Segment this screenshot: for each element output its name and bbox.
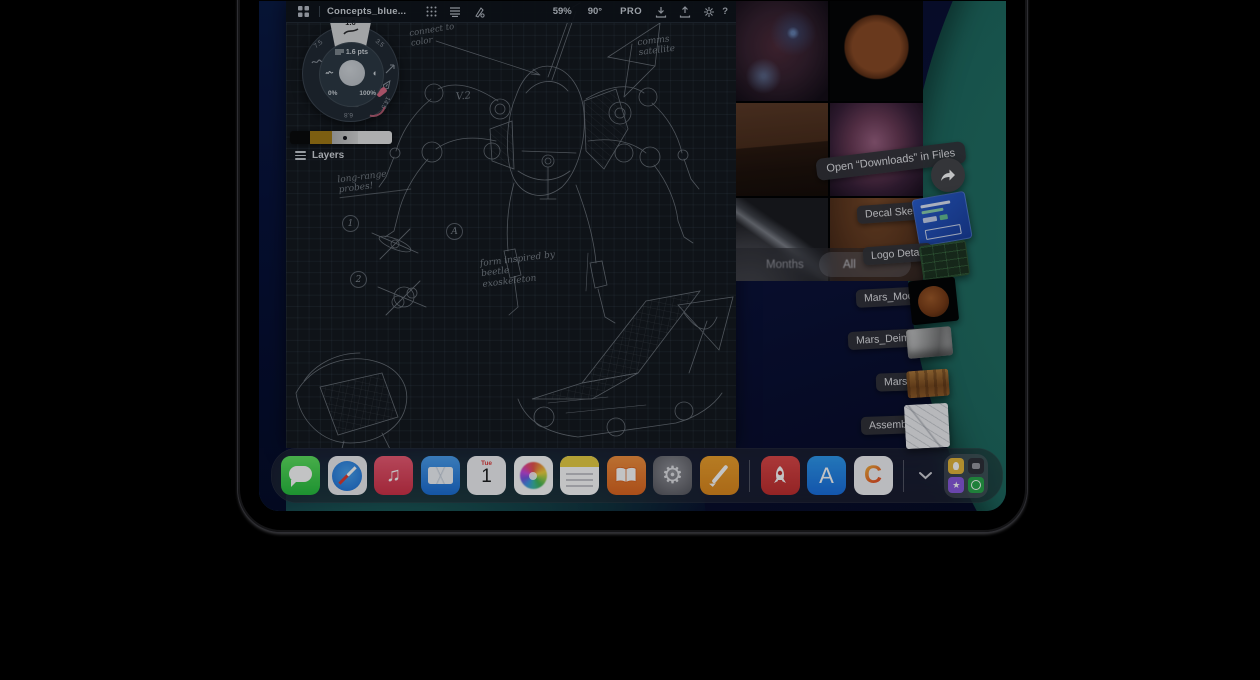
dock-app-settings[interactable]: ⚙	[653, 456, 692, 495]
dock-app-app-store[interactable]: A	[807, 456, 846, 495]
brush-size-6-8[interactable]: 6.8	[344, 111, 353, 118]
filter-months[interactable]: Months	[766, 259, 804, 271]
dock-app-linea[interactable]	[700, 456, 739, 495]
dock-app-notes[interactable]	[560, 456, 599, 495]
zoom-level[interactable]: 59%	[553, 6, 572, 17]
notes-header	[560, 456, 599, 467]
pro-badge[interactable]: PRO	[620, 6, 642, 17]
dock-divider	[749, 460, 750, 492]
ipad-device-frame: connect to color comms satellite V.2 lon…	[237, 0, 1028, 533]
app-store-glyph: A	[819, 463, 834, 489]
document-title[interactable]: Concepts_blue...	[327, 6, 406, 17]
layers-button[interactable]: Layers	[295, 150, 344, 161]
dock-app-concepts[interactable]: C	[854, 456, 893, 495]
swatch-black[interactable]	[290, 131, 310, 144]
photo-horsehead-nebula[interactable]	[736, 1, 828, 101]
photos-app-window: Months All	[736, 1, 923, 281]
photo-mars-globe[interactable]	[830, 1, 923, 101]
annotation-version: V.2	[455, 90, 471, 103]
export-icon[interactable]	[676, 4, 694, 20]
photo-mars-hills[interactable]	[736, 103, 828, 196]
pencil-brush-icon	[342, 27, 360, 36]
contrast-icon: ◐	[373, 68, 378, 78]
opacity-max: 100%	[359, 90, 376, 97]
open-book-icon	[614, 466, 638, 486]
rocket-icon	[768, 464, 792, 488]
import-icon[interactable]	[652, 4, 670, 20]
annotation-marker-1: 1	[342, 215, 359, 232]
color-preview-swatch[interactable]	[339, 60, 365, 86]
record-mini-icon	[968, 477, 984, 493]
dock-collapse-button[interactable]	[915, 456, 937, 495]
annotation-marker-a: A	[446, 223, 463, 240]
photo-grid	[736, 1, 923, 281]
chat-bubble-icon	[289, 466, 312, 482]
dock-app-photos[interactable]	[514, 456, 553, 495]
stroke-lines-icon	[335, 49, 344, 55]
pressure-icon	[325, 69, 334, 77]
dock-app-safari[interactable]	[328, 456, 367, 495]
chevron-down-icon	[918, 471, 933, 480]
lightbulb-mini-icon	[948, 458, 964, 474]
filter-all-pill[interactable]: All	[819, 252, 911, 277]
dock-app-music[interactable]: ♫	[374, 456, 413, 495]
pen-selector-icon[interactable]	[470, 4, 488, 20]
annotation-marker-2: 2	[350, 271, 367, 288]
settings-gear-icon[interactable]	[700, 4, 718, 20]
swatch-selection-dot	[343, 136, 347, 140]
brush-wheel[interactable]: 1.6 7.5 3.5 14.5 6.8 1.6 pts	[302, 25, 399, 122]
photo-orion-nebula[interactable]	[830, 103, 923, 196]
help-button[interactable]: ?	[722, 6, 728, 17]
stroke-width-value: 1.6 pts	[320, 49, 383, 56]
camera-mini-icon	[968, 458, 984, 474]
layers-label: Layers	[312, 150, 344, 161]
gallery-grid-icon[interactable]	[294, 4, 312, 20]
photos-filter-bar: Months All	[736, 248, 923, 281]
concepts-app-window: connect to color comms satellite V.2 lon…	[286, 1, 736, 448]
dock-suggested-apps[interactable]: ★	[944, 454, 988, 498]
color-swatch-bar[interactable]	[290, 131, 392, 144]
star-mini-icon: ★	[948, 477, 964, 493]
ipad-screen: connect to color comms satellite V.2 lon…	[259, 1, 1006, 511]
gear-icon: ⚙	[662, 461, 684, 490]
calendar-day: 1	[467, 467, 506, 487]
concepts-c-glyph: C	[864, 461, 882, 490]
pen-icon	[711, 464, 728, 483]
rotation-angle[interactable]: 90°	[588, 6, 602, 17]
dock-app-books[interactable]	[607, 456, 646, 495]
dock-app-rocket[interactable]	[761, 456, 800, 495]
swatch-light[interactable]	[358, 131, 392, 144]
brush-wheel-center[interactable]: 1.6 pts ◐ 0% 100%	[319, 42, 384, 107]
concepts-toolbar: Concepts_blue... 59% 90° PRO	[286, 1, 736, 23]
filter-all: All	[843, 259, 856, 271]
arrow-tool-icon[interactable]	[385, 63, 396, 74]
toolbar-divider	[319, 6, 320, 17]
dock-app-messages[interactable]	[281, 456, 320, 495]
opacity-min: 0%	[328, 90, 337, 97]
precision-grid-icon[interactable]	[422, 4, 440, 20]
dock-divider	[903, 460, 904, 492]
wallpaper-left-strip	[259, 1, 286, 511]
dock-app-calendar[interactable]: Tue 1	[467, 456, 506, 495]
layers-list-icon	[295, 151, 306, 160]
dock-app-mail[interactable]	[421, 456, 460, 495]
layers-menu-icon[interactable]	[446, 4, 464, 20]
music-note-icon: ♫	[386, 464, 401, 487]
dock: ♫ Tue 1 ⚙ A C	[271, 448, 1003, 503]
swatch-gold[interactable]	[310, 131, 332, 144]
